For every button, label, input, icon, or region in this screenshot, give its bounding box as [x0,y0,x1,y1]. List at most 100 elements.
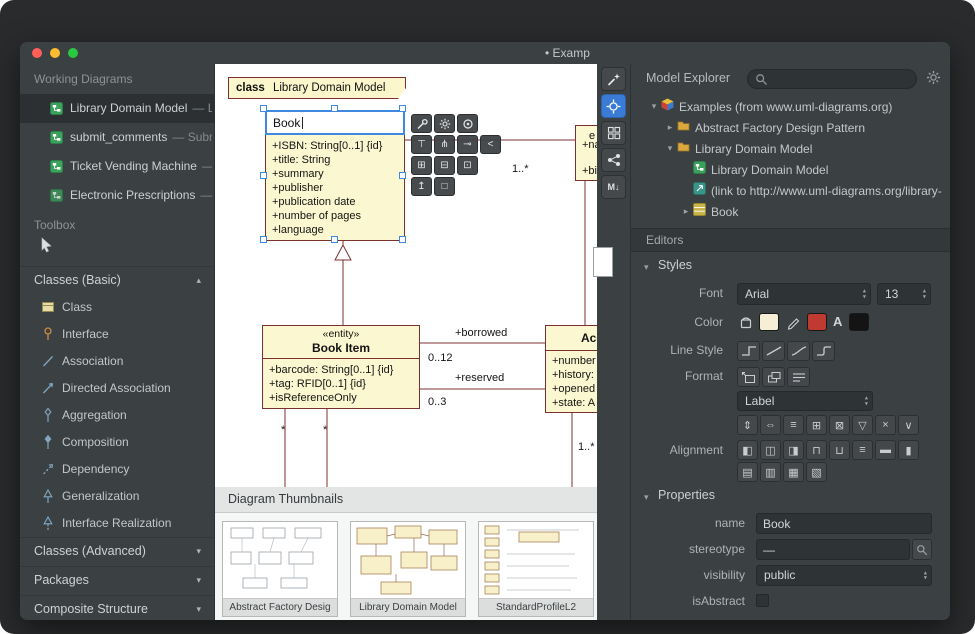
tool-interface-realization[interactable]: Interface Realization [20,510,215,537]
display-option-button[interactable]: ⊞ [806,415,827,435]
line-color-swatch[interactable] [807,313,827,331]
move-up-button[interactable]: ↥ [411,177,432,196]
move-tool-button[interactable] [601,94,626,118]
stepper-icon[interactable]: ▴▾ [865,395,868,406]
wand-tool-button[interactable] [601,67,626,91]
display-option-button[interactable]: × [875,415,896,435]
selection-handle[interactable] [260,236,267,243]
expander-icon[interactable]: ▾ [647,101,661,112]
toolbox-section-classes-basic[interactable]: Classes (Basic) ▴ [20,266,215,294]
align-button[interactable]: ◧ [737,440,758,460]
line-style-curve-button[interactable] [787,341,810,361]
add-operation-button[interactable]: ⊟ [434,156,455,175]
tool-dependency[interactable]: Dependency [20,456,215,483]
line-style-oblique-button[interactable] [762,341,785,361]
add-branch-button[interactable]: ⋔ [434,135,455,154]
display-option-button[interactable]: ⇔ [760,415,781,435]
tool-composition[interactable]: Composition [20,429,215,456]
add-template-button[interactable]: ⊡ [457,156,478,175]
fill-color-icon[interactable] [737,313,755,336]
distribute-button[interactable]: ▥ [760,462,781,482]
explorer-search-input[interactable] [772,71,910,87]
selection-handle[interactable] [260,105,267,112]
align-button[interactable]: ▮ [898,440,919,460]
tree-item-abstract-factory[interactable]: ▸ Abstract Factory Design Pattern [631,117,950,138]
auto-resize-button[interactable] [737,367,760,387]
diagram-frame-label[interactable]: class Library Domain Model [228,77,406,99]
selection-handle[interactable] [399,236,406,243]
working-diagram-item[interactable]: Library Domain Model— Lib [20,94,215,123]
select-tool-cursor-icon[interactable] [36,236,56,261]
font-size-spinner[interactable]: 13 ▴▾ [877,283,931,305]
gear-icon[interactable] [926,70,941,90]
tree-item-book[interactable]: ▸ Book [631,201,950,222]
selection-handle[interactable] [260,172,267,179]
thumbnail-library-domain-model[interactable]: Library Domain Model [350,521,466,617]
display-option-button[interactable]: ≡ [783,415,804,435]
align-button[interactable]: ◨ [783,440,804,460]
line-style-rectilinear-button[interactable] [737,341,760,361]
uml-class-account-partial[interactable]: Account +number +history: +opened +state… [545,325,597,413]
add-attribute-button[interactable]: ⊞ [411,156,432,175]
thumbnails-view-button[interactable] [601,121,626,145]
tool-aggregation[interactable]: Aggregation [20,402,215,429]
fill-color-swatch[interactable] [759,313,779,331]
add-required-interface-button[interactable]: < [480,135,501,154]
stepper-icon[interactable]: ▴▾ [923,288,926,299]
align-button[interactable]: ◫ [760,440,781,460]
distribute-button[interactable]: ▧ [806,462,827,482]
stack-order-button[interactable] [762,367,785,387]
font-family-select[interactable]: Arial ▴▾ [737,283,871,305]
tool-interface[interactable]: Interface [20,321,215,348]
expander-icon[interactable]: ▸ [679,206,693,217]
toolbox-section-packages[interactable]: Packages ▾ [20,566,215,595]
tool-association[interactable]: Association [20,348,215,375]
tree-item-library-diagram[interactable]: Library Domain Model [631,159,950,180]
line-color-icon[interactable] [785,313,803,336]
word-wrap-button[interactable] [787,367,810,387]
markdown-button[interactable]: M↓ [601,175,626,199]
display-option-button[interactable]: ⊠ [829,415,850,435]
add-provided-interface-button[interactable]: ⊸ [457,135,478,154]
wrench-icon[interactable] [411,114,432,133]
explorer-search[interactable] [747,69,917,89]
relationships-button[interactable] [601,148,626,172]
align-button[interactable]: ≡ [852,440,873,460]
stereotype-search-button[interactable] [912,539,932,560]
isabstract-checkbox[interactable] [756,594,769,607]
expander-icon[interactable]: ▸ [663,122,677,133]
stepper-icon[interactable]: ▴▾ [924,570,927,581]
display-option-button[interactable]: ⇕ [737,415,758,435]
distribute-button[interactable]: ▦ [783,462,804,482]
selection-handle[interactable] [399,105,406,112]
display-option-button[interactable]: ∨ [898,415,919,435]
label-display-select[interactable]: Label ▴▾ [737,391,873,411]
selection-handle[interactable] [331,105,338,112]
working-diagram-item[interactable]: submit_comments— Submit [20,123,215,152]
minimize-button[interactable] [50,48,60,58]
tree-item-project[interactable]: ▾ Examples (from www.uml-diagrams.org) [631,96,950,117]
align-button[interactable]: ⊔ [829,440,850,460]
collapse-icon[interactable]: ▾ [644,492,649,503]
target-icon[interactable] [457,114,478,133]
display-option-button[interactable]: ▽ [852,415,873,435]
diagram-canvas[interactable]: class Library Domain Model +na +bi Book … [215,64,597,487]
selection-handle[interactable] [399,172,406,179]
tool-generalization[interactable]: Generalization [20,483,215,510]
collapse-button[interactable]: □ [434,177,455,196]
distribute-button[interactable]: ▤ [737,462,758,482]
uml-class-book[interactable]: Book +ISBN: String[0..1] {id} +title: St… [265,110,405,241]
thumbnail-abstract-factory[interactable]: Abstract Factory Desig [222,521,338,617]
working-diagram-item[interactable]: Ticket Vending Machine— T [20,152,215,181]
class-name-editor[interactable]: Book [265,110,405,135]
toolbox-section-composite-structure[interactable]: Composite Structure ▾ [20,595,215,620]
tool-class[interactable]: Class [20,294,215,321]
gear-icon[interactable] [434,114,455,133]
tree-item-library-domain-model[interactable]: ▾ Library Domain Model [631,138,950,159]
line-style-rounded-button[interactable] [812,341,835,361]
collapse-icon[interactable]: ▾ [644,262,649,273]
font-color-swatch[interactable] [849,313,869,331]
tree-item-hyperlink[interactable]: (link to http://www.uml-diagrams.org/lib… [631,180,950,201]
add-subclass-button[interactable]: ⊤ [411,135,432,154]
font-color-icon[interactable]: A [833,314,842,329]
